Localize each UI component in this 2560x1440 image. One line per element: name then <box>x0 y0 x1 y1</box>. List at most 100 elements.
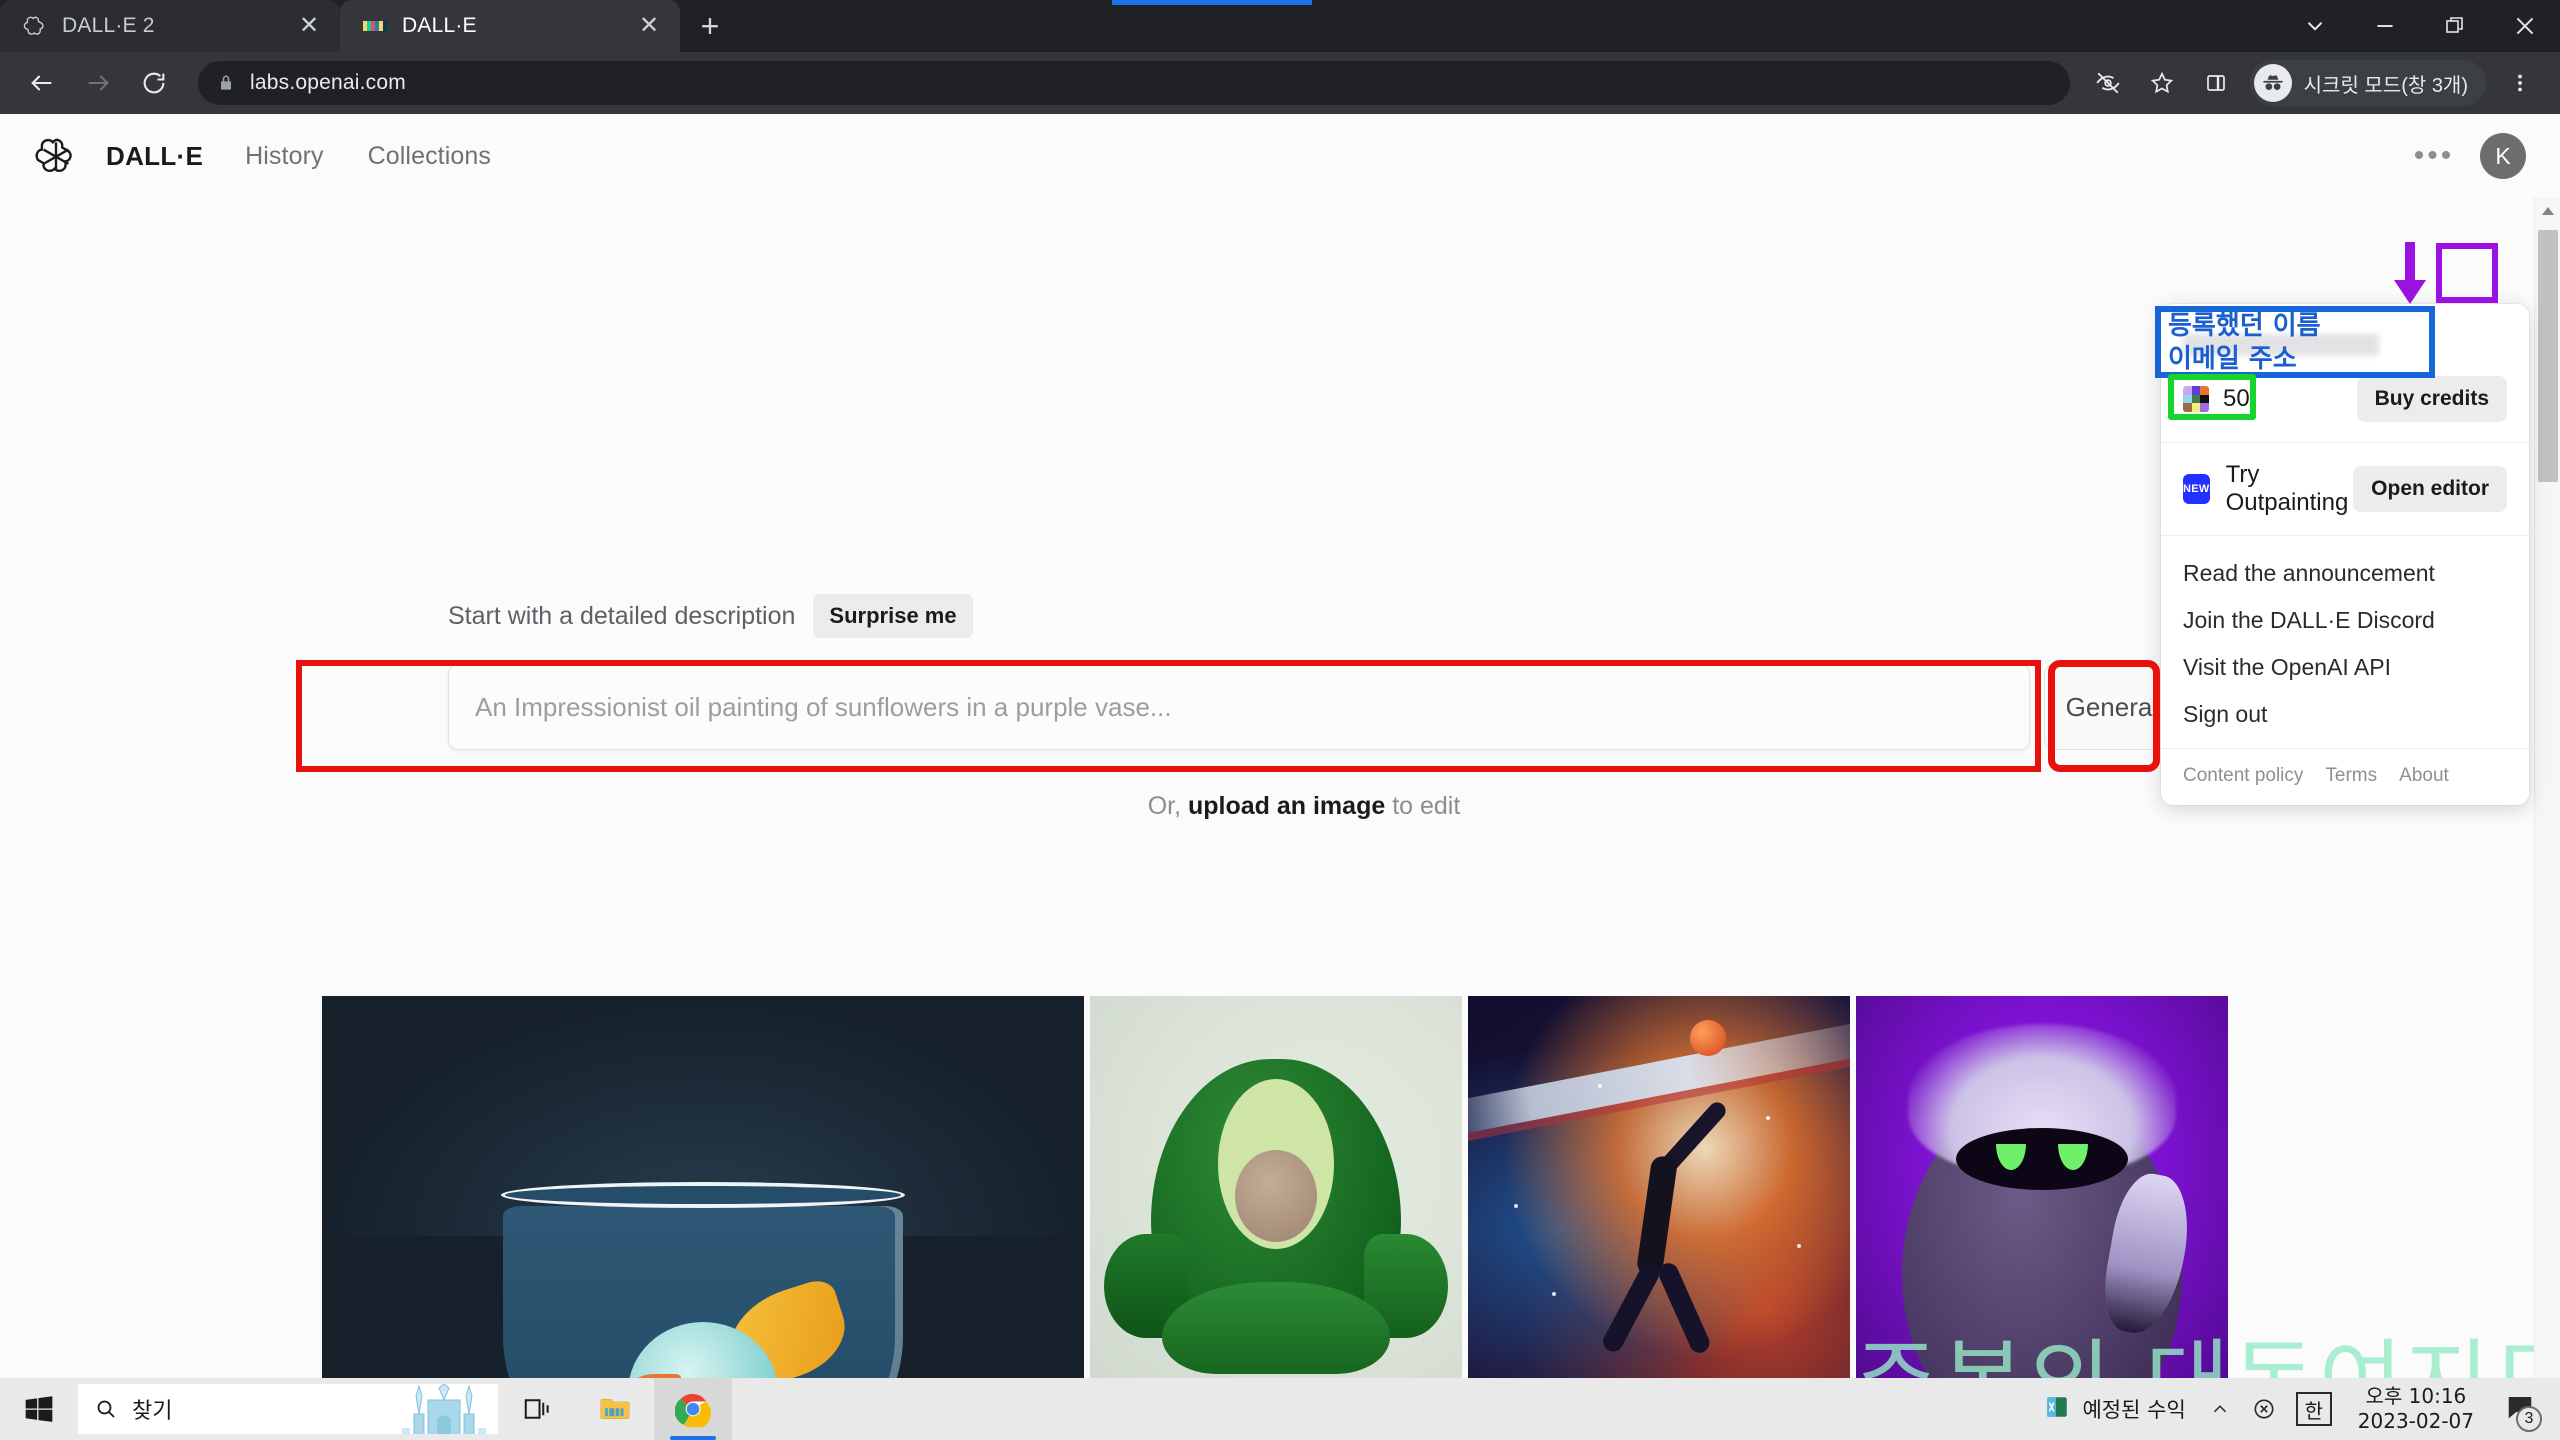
credits-row: 50 Buy credits <box>2161 366 2529 443</box>
ime-language-indicator[interactable]: 한 <box>2296 1392 2332 1426</box>
minimize-button[interactable] <box>2350 0 2420 52</box>
tray-widget-scheduled-income[interactable]: 예정된 수익 <box>2034 1378 2195 1440</box>
fishbowl-rim <box>501 1182 905 1208</box>
tab-accent-line <box>1112 0 1312 5</box>
page-viewport: DALL·E History Collections ••• K Start w… <box>0 114 2560 1410</box>
window-controls <box>2280 0 2560 52</box>
eye-off-icon[interactable] <box>2082 57 2134 109</box>
avatar[interactable]: K <box>2480 133 2526 179</box>
footer-link-about[interactable]: About <box>2399 765 2449 787</box>
incognito-profile-button[interactable]: 시크릿 모드(창 3개) <box>2250 60 2486 106</box>
more-options-button[interactable]: ••• <box>2408 130 2460 182</box>
search-icon <box>94 1397 118 1421</box>
app-header-right: ••• K <box>2408 130 2526 182</box>
tab-strip: DALL·E 2 ✕ DALL·E ✕ + <box>0 0 2560 52</box>
prompt-row: An Impressionist oil painting of sunflow… <box>400 664 2160 750</box>
dalle-color-icon <box>362 13 388 39</box>
tab-search-button[interactable] <box>2280 0 2350 52</box>
three-dot-vertical-icon[interactable] <box>2494 57 2546 109</box>
buy-credits-button[interactable]: Buy credits <box>2357 376 2507 422</box>
task-view-icon[interactable] <box>498 1378 576 1440</box>
notification-count-badge: 3 <box>2516 1406 2542 1432</box>
openai-icon <box>22 13 48 39</box>
prompt-hint-row: Start with a detailed description Surpri… <box>400 594 2160 638</box>
new-tab-button[interactable]: + <box>686 2 734 50</box>
system-tray: 예정된 수익 한 오후 10:16 2023-02-07 3 <box>2034 1378 2560 1440</box>
nav-link-collections[interactable]: Collections <box>368 142 491 171</box>
browser-toolbar: labs.openai.com <box>0 52 2560 114</box>
tab-title: DALL·E 2 <box>62 14 292 38</box>
footer-link-terms[interactable]: Terms <box>2325 765 2377 787</box>
generate-button[interactable]: Genera <box>2044 664 2160 750</box>
footer-link-content-policy[interactable]: Content policy <box>2183 765 2303 787</box>
incognito-label: 시크릿 모드(창 3개) <box>2304 69 2468 98</box>
tray-widget-label: 예정된 수익 <box>2082 1394 2185 1424</box>
notification-center-button[interactable]: 3 <box>2492 1378 2548 1440</box>
excel-icon <box>2044 1394 2070 1425</box>
menu-item-join-discord[interactable]: Join the DALL·E Discord <box>2161 597 2529 644</box>
star-icon[interactable] <box>2136 57 2188 109</box>
menu-item-visit-openai-api[interactable]: Visit the OpenAI API <box>2161 644 2529 691</box>
scrollbar-up-button[interactable] <box>2535 198 2560 224</box>
prompt-input[interactable]: An Impressionist oil painting of sunflow… <box>448 664 2030 750</box>
clock-time: 오후 10:16 <box>2365 1384 2466 1409</box>
upload-prefix: Or, <box>1148 792 1188 820</box>
forward-button[interactable] <box>70 55 126 111</box>
browser-tab-dalle2[interactable]: DALL·E 2 ✕ <box>0 0 340 52</box>
openai-logo[interactable] <box>34 134 78 178</box>
toolbar-right: 시크릿 모드(창 3개) <box>2082 57 2546 109</box>
close-button[interactable] <box>2490 0 2560 52</box>
avocado-seat <box>1162 1282 1390 1374</box>
cosmic-orb <box>1690 1020 1726 1056</box>
menu-item-sign-out[interactable]: Sign out <box>2161 691 2529 738</box>
nav-link-history[interactable]: History <box>245 142 323 171</box>
account-identity <box>2161 304 2529 366</box>
new-badge: NEW <box>2183 474 2210 504</box>
app-header: DALL·E History Collections ••• K <box>0 114 2560 198</box>
clock-date: 2023-02-07 <box>2358 1409 2474 1434</box>
windows-logo-icon[interactable] <box>0 1378 78 1440</box>
surprise-me-button[interactable]: Surprise me <box>813 594 972 638</box>
close-icon[interactable]: ✕ <box>292 9 326 43</box>
restore-button[interactable] <box>2420 0 2490 52</box>
address-bar-url: labs.openai.com <box>250 71 406 95</box>
safely-remove-icon[interactable] <box>2244 1378 2284 1440</box>
credit-count: 50 <box>2223 385 2250 413</box>
side-panel-icon[interactable] <box>2190 57 2242 109</box>
annotation-arrow-down-icon <box>2390 242 2430 304</box>
credit-grid-icon <box>2183 386 2209 412</box>
user-dropdown-menu: 50 Buy credits NEW Try Outpainting Open … <box>2161 304 2529 805</box>
back-button[interactable] <box>14 55 70 111</box>
upload-image-line: Or, upload an image to edit <box>400 792 2160 821</box>
goldfish-bowl-image[interactable] <box>322 996 1084 1396</box>
chevron-up-icon[interactable] <box>2200 1378 2240 1440</box>
browser-tab-dalle[interactable]: DALL·E ✕ <box>340 0 680 52</box>
prompt-placeholder: An Impressionist oil painting of sunflow… <box>475 692 1172 723</box>
frozen-castle-icon <box>394 1384 494 1434</box>
avocado-armchair-image[interactable] <box>1090 996 1462 1396</box>
monster-eye-mask <box>1956 1128 2128 1190</box>
menu-links: Read the announcement Join the DALL·E Di… <box>2161 536 2529 748</box>
incognito-icon <box>2254 64 2292 102</box>
upload-suffix: to edit <box>1385 792 1460 820</box>
open-editor-button[interactable]: Open editor <box>2353 466 2507 512</box>
active-app-indicator <box>670 1436 716 1440</box>
page-title[interactable]: DALL·E <box>106 141 203 172</box>
chrome-icon[interactable] <box>654 1378 732 1440</box>
file-explorer-icon[interactable] <box>576 1378 654 1440</box>
address-bar[interactable]: labs.openai.com <box>198 61 2070 105</box>
account-email-redacted <box>2183 334 2379 356</box>
upload-image-link[interactable]: upload an image <box>1188 792 1385 820</box>
taskbar-search-box[interactable]: 찾기 <box>78 1384 498 1434</box>
scrollbar-thumb[interactable] <box>2538 230 2558 482</box>
reload-button[interactable] <box>126 55 182 111</box>
taskbar-clock[interactable]: 오후 10:16 2023-02-07 <box>2344 1384 2488 1434</box>
outpainting-label: Try Outpainting <box>2226 461 2354 517</box>
menu-item-read-announcement[interactable]: Read the announcement <box>2161 550 2529 597</box>
page-scrollbar[interactable] <box>2534 198 2560 1410</box>
avocado-pit <box>1235 1150 1317 1242</box>
close-icon[interactable]: ✕ <box>632 9 666 43</box>
taskbar-search-placeholder: 찾기 <box>132 1393 172 1425</box>
cosmic-climber-image[interactable] <box>1468 996 1850 1396</box>
credit-chip: 50 <box>2183 385 2250 413</box>
